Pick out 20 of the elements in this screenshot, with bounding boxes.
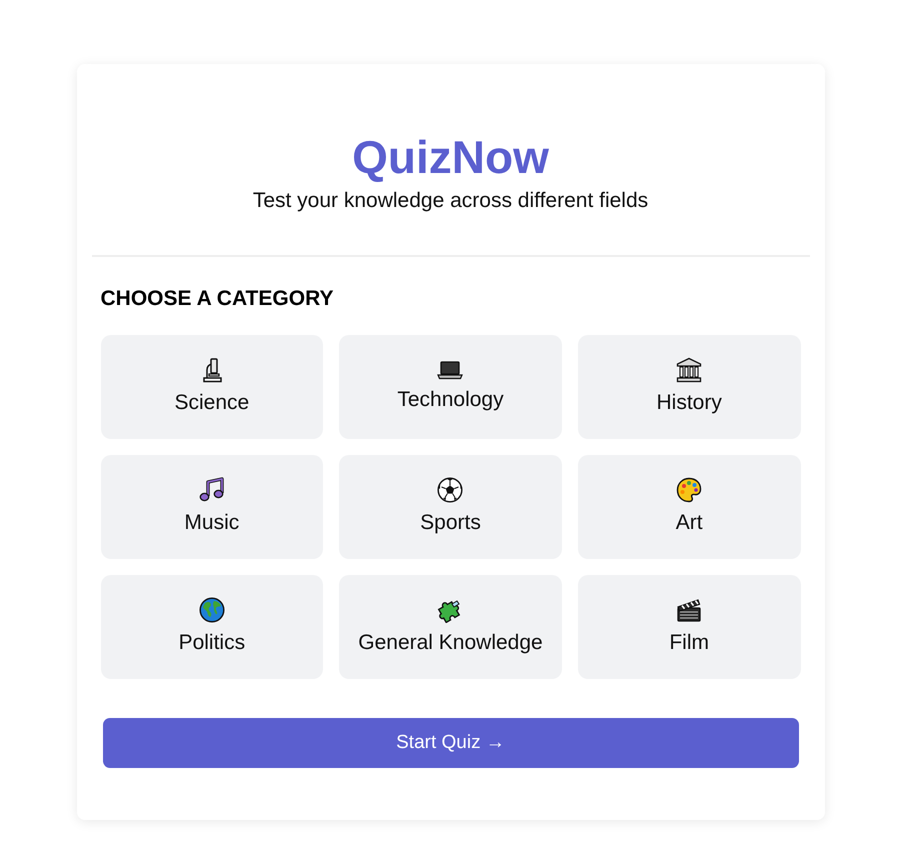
start-quiz-button[interactable]: Start Quiz → <box>102 718 798 768</box>
category-tile[interactable]: Music <box>100 455 324 559</box>
category-tile[interactable]: Art <box>578 455 800 559</box>
globe-icon <box>198 597 225 623</box>
app-title: QuizNow <box>352 130 549 185</box>
clapperboard-icon <box>676 597 702 623</box>
category-tile[interactable]: History <box>578 335 800 439</box>
building-icon <box>676 357 702 383</box>
category-tile[interactable]: Sports <box>339 455 562 559</box>
section-heading: CHOOSE A CATEGORY <box>100 286 334 312</box>
music-notes-icon <box>198 477 225 503</box>
app-subtitle: Test your knowledge across different fields <box>252 188 648 214</box>
laptop-icon <box>437 360 464 380</box>
soccer-ball-icon <box>437 477 464 503</box>
category-tile[interactable]: General Knowledge <box>339 575 562 679</box>
category-tile[interactable]: Technology <box>339 335 562 439</box>
category-tile[interactable]: Politics <box>100 575 324 679</box>
palette-icon <box>676 477 702 503</box>
category-tile[interactable]: Science <box>100 335 324 439</box>
category-tile[interactable]: Film <box>578 575 800 679</box>
